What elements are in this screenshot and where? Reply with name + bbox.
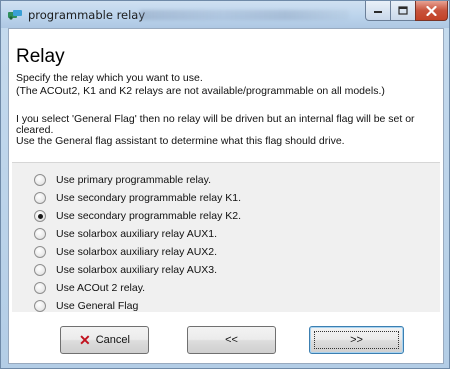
radio-label: Use solarbox auxiliary relay AUX3. [56,264,218,276]
radio-label: Use secondary programmable relay K2. [56,210,242,222]
radio-selected-dot [37,213,43,219]
page-title: Relay [16,46,65,67]
focus-rectangle [314,331,399,349]
radio-button[interactable] [34,300,46,312]
dialog-window: programmable relay Relay Specify the rel… [0,0,450,369]
relay-app-icon [8,10,22,20]
back-button[interactable]: << [187,326,276,354]
radio-button-selected[interactable] [34,210,46,222]
radio-option-aux2[interactable]: Use solarbox auxiliary relay AUX2. [34,245,217,259]
radio-option-aux3[interactable]: Use solarbox auxiliary relay AUX3. [34,263,217,277]
radio-label: Use solarbox auxiliary relay AUX2. [56,246,218,258]
cancel-x-icon: ✕ [79,332,91,348]
radio-label: Use ACOut 2 relay. [56,282,146,294]
radio-label: Use primary programmable relay. [56,174,212,186]
next-button[interactable]: >> [309,326,404,354]
instruction-line: Specify the relay which you want to use. [16,72,203,84]
radio-label: Use General Flag [56,300,139,312]
instruction-line: (The ACOut2, K1 and K2 relays are not av… [16,85,385,97]
radio-label: Use secondary programmable relay K1. [56,192,242,204]
minimize-icon [374,10,382,13]
instruction-line: Use the General flag assistant to determ… [16,135,345,147]
maximize-button[interactable] [390,1,416,21]
relay-options-panel: Use primary programmable relay. Use seco… [12,162,440,312]
radio-button[interactable] [34,264,46,276]
window-title: programmable relay [28,8,146,22]
minimize-button[interactable] [365,1,391,21]
radio-button[interactable] [34,282,46,294]
instruction-line: I you select 'General Flag' then no rela… [16,113,415,125]
radio-option-general-flag[interactable]: Use General Flag [34,299,138,313]
radio-label: Use solarbox auxiliary relay AUX1. [56,228,218,240]
radio-option-relay-k2[interactable]: Use secondary programmable relay K2. [34,209,241,223]
radio-option-primary-relay[interactable]: Use primary programmable relay. [34,173,211,187]
dialog-content: Relay Specify the relay which you want t… [8,28,444,364]
radio-option-relay-k1[interactable]: Use secondary programmable relay K1. [34,191,241,205]
radio-button[interactable] [34,192,46,204]
maximize-icon [398,6,408,15]
close-icon [426,5,437,16]
close-button[interactable] [415,1,448,21]
cancel-button[interactable]: ✕ Cancel [60,326,149,354]
radio-button[interactable] [34,246,46,258]
radio-option-acout2[interactable]: Use ACOut 2 relay. [34,281,145,295]
back-button-label: << [225,334,238,346]
radio-option-aux1[interactable]: Use solarbox auxiliary relay AUX1. [34,227,217,241]
cancel-button-label: Cancel [95,334,130,346]
blurred-title-region [139,10,349,20]
title-bar[interactable]: programmable relay [1,1,449,28]
radio-button[interactable] [34,174,46,186]
radio-button[interactable] [34,228,46,240]
